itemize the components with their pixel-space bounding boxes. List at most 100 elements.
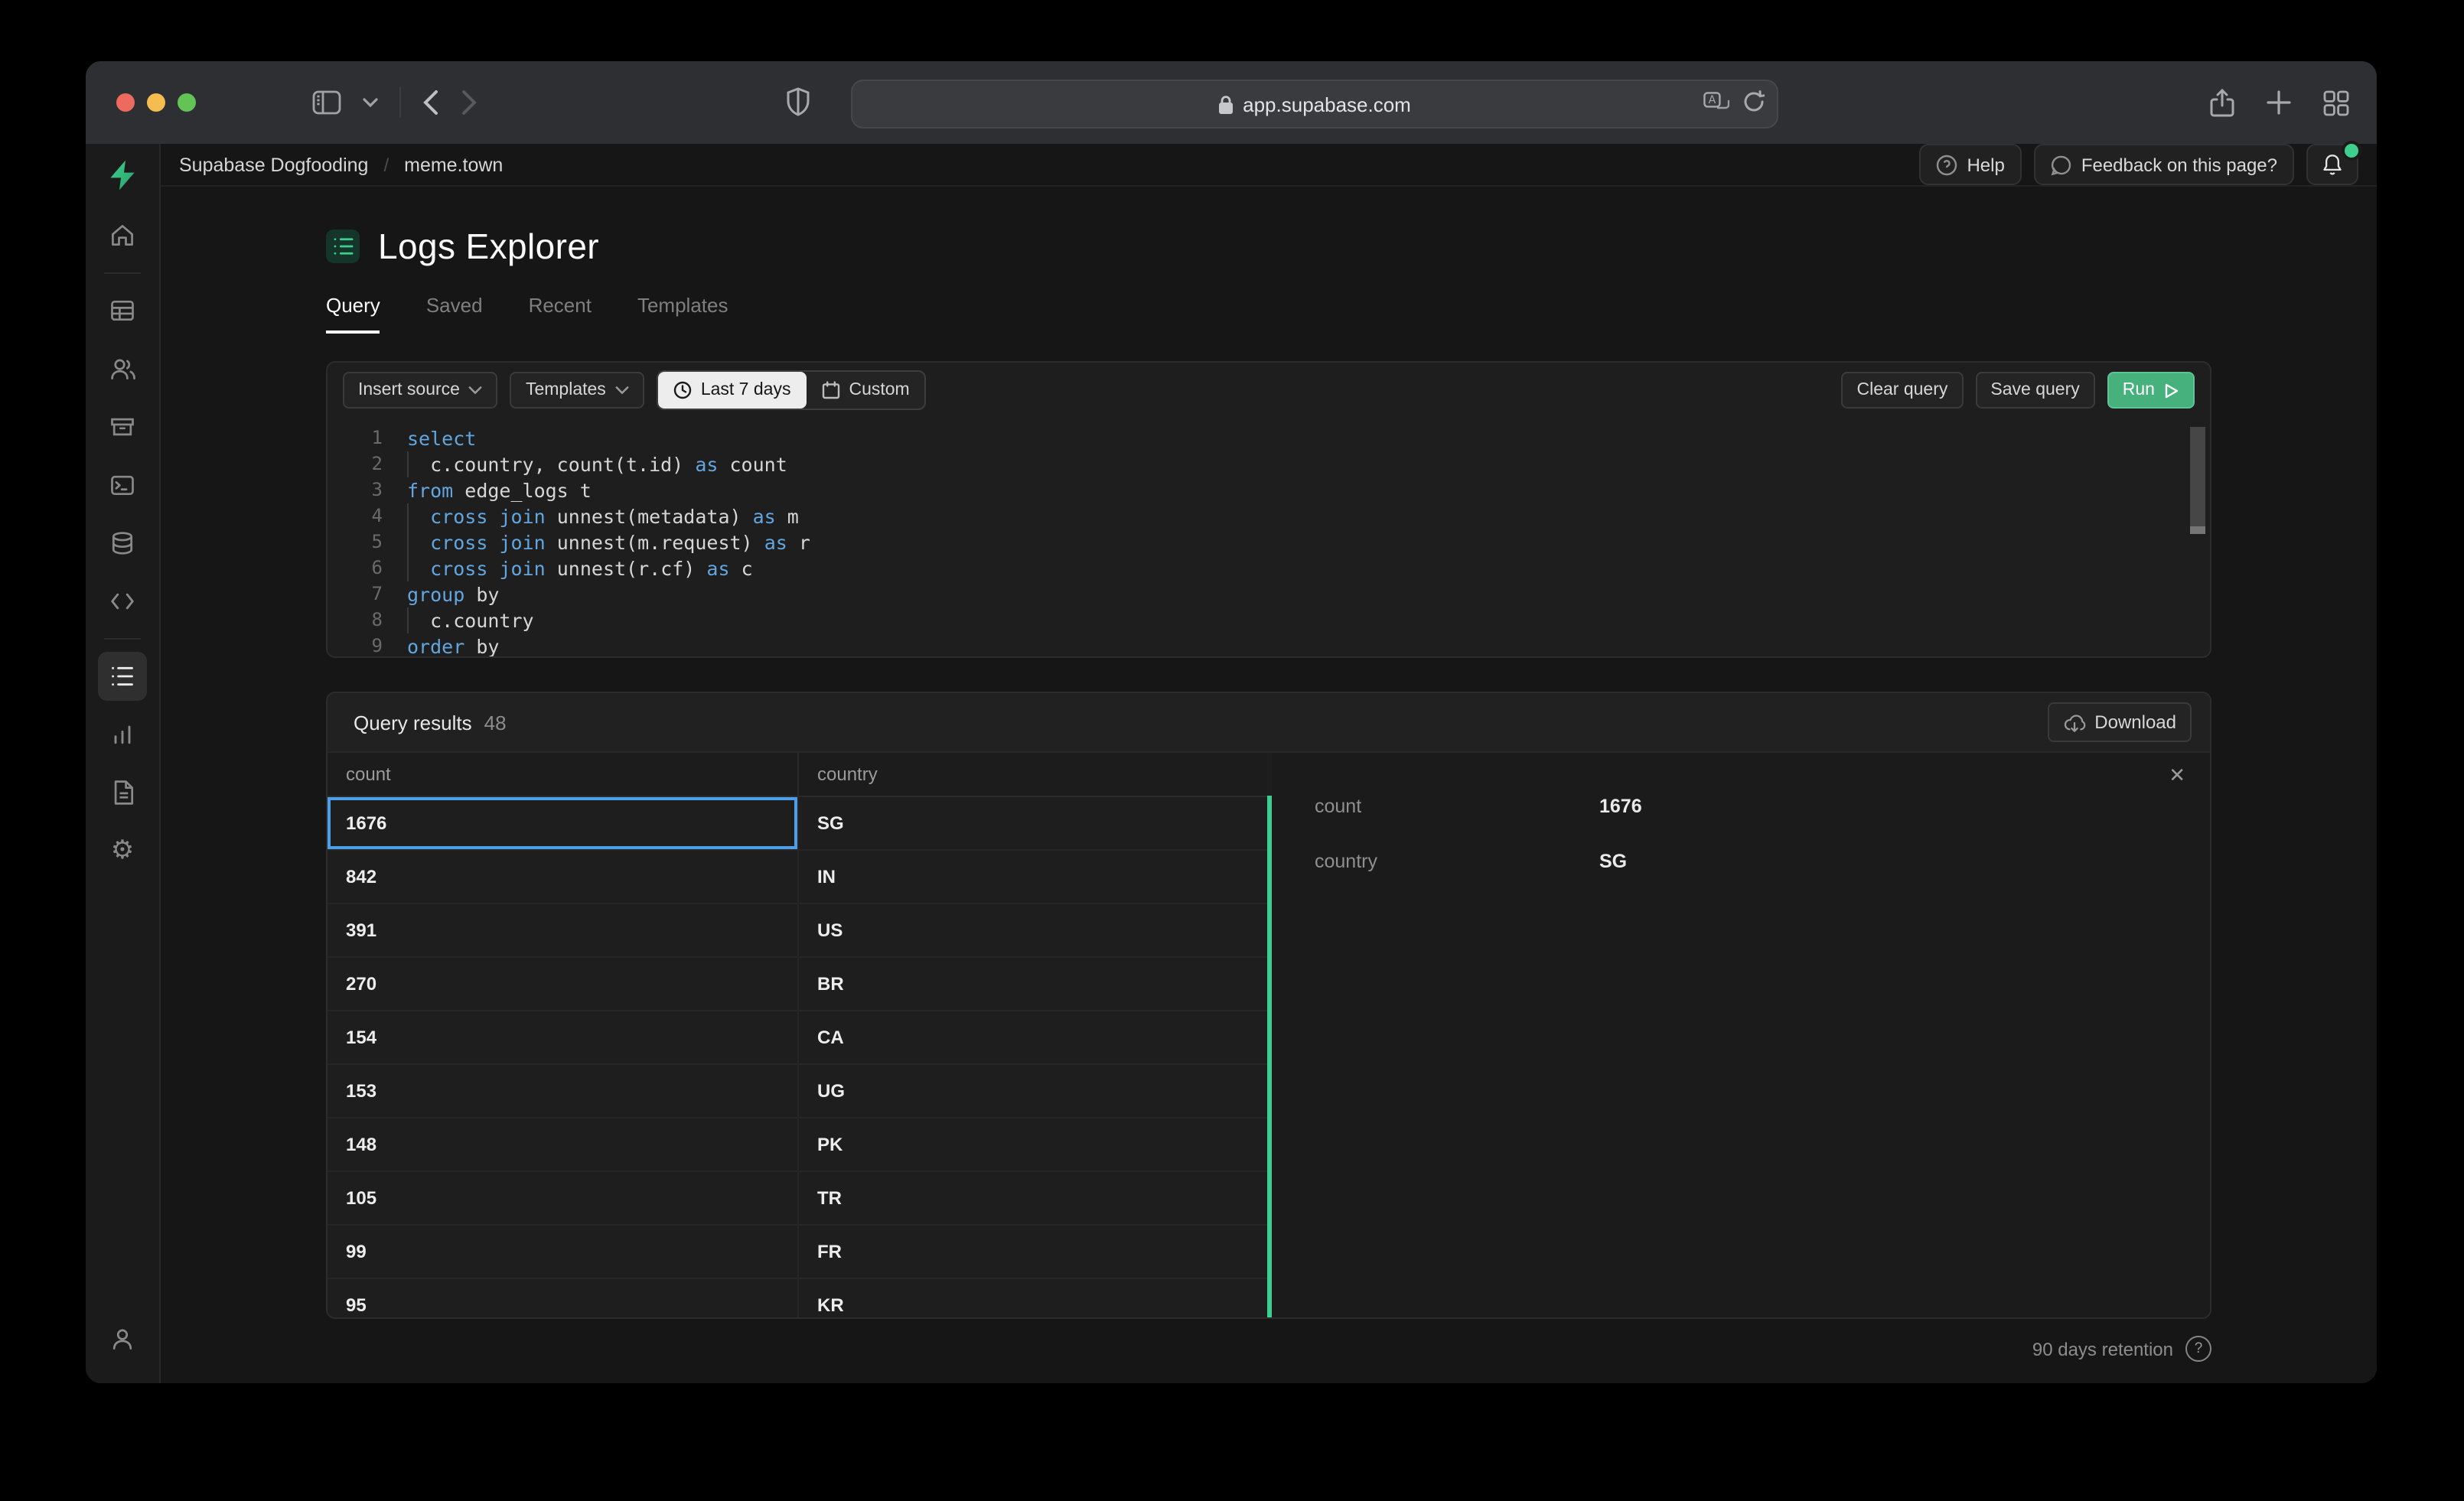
sidebar-item-api[interactable] bbox=[98, 577, 147, 626]
results-table: count country 1676 SG 842 IN 391 US 270 BR 154 CA 1… bbox=[328, 753, 1267, 1317]
cell-count[interactable]: 842 bbox=[328, 851, 799, 903]
clear-query-label: Clear query bbox=[1856, 381, 1948, 399]
help-button[interactable]: Help bbox=[1919, 144, 2022, 185]
tab-templates[interactable]: Templates bbox=[637, 294, 728, 330]
cell-count[interactable]: 99 bbox=[328, 1226, 799, 1278]
address-bar[interactable]: app.supabase.com A bbox=[851, 80, 1778, 129]
cell-country[interactable]: KR bbox=[799, 1279, 1267, 1317]
tab-overview-icon[interactable] bbox=[2323, 90, 2349, 116]
breadcrumb-org[interactable]: Supabase Dogfooding bbox=[179, 154, 368, 175]
sidebar-item-logs-explorer[interactable] bbox=[98, 652, 147, 701]
table-row: 391 US bbox=[328, 904, 1267, 958]
cloud-download-icon bbox=[2062, 712, 2085, 732]
table-row: 154 CA bbox=[328, 1011, 1267, 1065]
code-line: 9 order by bbox=[371, 635, 500, 656]
privacy-shield-icon[interactable] bbox=[787, 87, 810, 116]
browser-toolbar: app.supabase.com A bbox=[86, 61, 2377, 144]
cell-count[interactable]: 148 bbox=[328, 1118, 799, 1171]
code-line: 1 select bbox=[371, 427, 477, 450]
results-header: Query results 48 Download bbox=[328, 693, 2210, 753]
feedback-button[interactable]: Feedback on this page? bbox=[2033, 144, 2294, 185]
notifications-button[interactable] bbox=[2306, 141, 2361, 185]
cell-count[interactable]: 95 bbox=[328, 1279, 799, 1317]
back-button[interactable] bbox=[422, 89, 439, 116]
cell-country[interactable]: IN bbox=[799, 851, 1267, 903]
nav-sidebar: ⚙ bbox=[86, 144, 161, 1383]
breadcrumb-project[interactable]: meme.town bbox=[404, 154, 503, 175]
chevron-down-icon bbox=[469, 386, 483, 395]
insert-source-button[interactable]: Insert source bbox=[343, 372, 498, 409]
help-label: Help bbox=[1967, 154, 2005, 175]
custom-range-button[interactable]: Custom bbox=[806, 372, 924, 409]
chevron-down-icon[interactable] bbox=[363, 98, 378, 107]
results-title: Query results bbox=[354, 711, 472, 734]
clear-query-button[interactable]: Clear query bbox=[1841, 372, 1964, 409]
detail-field-country: country SG bbox=[1315, 851, 1628, 872]
sidebar-item-database[interactable] bbox=[98, 519, 147, 568]
download-label: Download bbox=[2094, 711, 2176, 733]
browser-window: app.supabase.com A ⚙ Supabase Dogfooding… bbox=[86, 61, 2377, 1383]
column-header-country: country bbox=[817, 764, 878, 785]
reload-icon[interactable] bbox=[1743, 90, 1765, 113]
code-line: 5 cross join unnest(m.request) as r bbox=[371, 529, 810, 555]
cell-count[interactable]: 1676 bbox=[328, 797, 799, 849]
question-circle-icon[interactable]: ? bbox=[2185, 1336, 2211, 1362]
save-query-button[interactable]: Save query bbox=[1975, 372, 2095, 409]
tab-saved[interactable]: Saved bbox=[426, 294, 483, 330]
sidebar-item-home[interactable] bbox=[98, 211, 147, 260]
url-text: app.supabase.com bbox=[1243, 93, 1411, 116]
cell-country[interactable]: SG bbox=[799, 797, 1267, 849]
new-tab-icon[interactable] bbox=[2267, 90, 2291, 115]
query-panel: Insert source Templates Last 7 days Cust… bbox=[326, 361, 2211, 658]
code-line: 7 group by bbox=[371, 583, 500, 606]
code-line: 3 from edge_logs t bbox=[371, 479, 592, 502]
sidebar-item-storage[interactable] bbox=[98, 402, 147, 451]
cell-country[interactable]: CA bbox=[799, 1011, 1267, 1063]
cell-count[interactable]: 153 bbox=[328, 1065, 799, 1117]
sidebar-item-sql-editor[interactable] bbox=[98, 461, 147, 510]
calendar-icon bbox=[821, 381, 839, 399]
last-7-days-button[interactable]: Last 7 days bbox=[657, 372, 807, 409]
tab-recent[interactable]: Recent bbox=[529, 294, 592, 330]
cell-country[interactable]: TR bbox=[799, 1172, 1267, 1224]
sql-editor[interactable]: 1 select 2 c.country, count(t.id) as count… bbox=[328, 418, 2210, 656]
cell-count[interactable]: 270 bbox=[328, 958, 799, 1010]
cell-count[interactable]: 105 bbox=[328, 1172, 799, 1224]
close-icon[interactable]: ✕ bbox=[2169, 765, 2185, 785]
close-window-button[interactable] bbox=[116, 93, 135, 112]
retention-note: 90 days retention ? bbox=[326, 1336, 2211, 1362]
sidebar-toggle-icon[interactable] bbox=[312, 90, 341, 115]
editor-scrollbar[interactable] bbox=[2190, 427, 2205, 534]
sidebar-item-reports[interactable] bbox=[98, 710, 147, 759]
zoom-window-button[interactable] bbox=[178, 93, 196, 112]
table-row: 95 KR bbox=[328, 1279, 1267, 1317]
app: ⚙ Supabase Dogfooding / meme.town Help F… bbox=[86, 141, 2377, 1383]
feedback-label: Feedback on this page? bbox=[2081, 154, 2277, 175]
sidebar-item-settings[interactable]: ⚙ bbox=[98, 826, 147, 875]
translate-icon[interactable]: A bbox=[1703, 91, 1729, 112]
results-count: 48 bbox=[484, 711, 507, 734]
cell-country[interactable]: BR bbox=[799, 958, 1267, 1010]
sidebar-item-docs[interactable] bbox=[98, 768, 147, 817]
forward-button[interactable] bbox=[461, 89, 477, 116]
cell-country[interactable]: US bbox=[799, 904, 1267, 956]
cell-country[interactable]: UG bbox=[799, 1065, 1267, 1117]
download-button[interactable]: Download bbox=[2047, 702, 2192, 742]
supabase-logo[interactable] bbox=[107, 159, 138, 191]
minimize-window-button[interactable] bbox=[147, 93, 165, 112]
cell-count[interactable]: 391 bbox=[328, 904, 799, 956]
share-icon[interactable] bbox=[2210, 88, 2234, 117]
custom-label: Custom bbox=[849, 381, 910, 399]
sidebar-item-authentication[interactable] bbox=[98, 344, 147, 393]
cell-country[interactable]: PK bbox=[799, 1118, 1267, 1171]
templates-label: Templates bbox=[525, 381, 606, 399]
run-query-button[interactable]: Run bbox=[2107, 372, 2195, 409]
results-header-row: count country bbox=[328, 753, 1267, 797]
cell-count[interactable]: 154 bbox=[328, 1011, 799, 1063]
cell-country[interactable]: FR bbox=[799, 1226, 1267, 1278]
sidebar-item-table-editor[interactable] bbox=[98, 286, 147, 335]
table-row: 99 FR bbox=[328, 1226, 1267, 1279]
tab-query[interactable]: Query bbox=[326, 294, 380, 330]
templates-button[interactable]: Templates bbox=[510, 372, 644, 409]
sidebar-item-account[interactable] bbox=[98, 1314, 147, 1363]
